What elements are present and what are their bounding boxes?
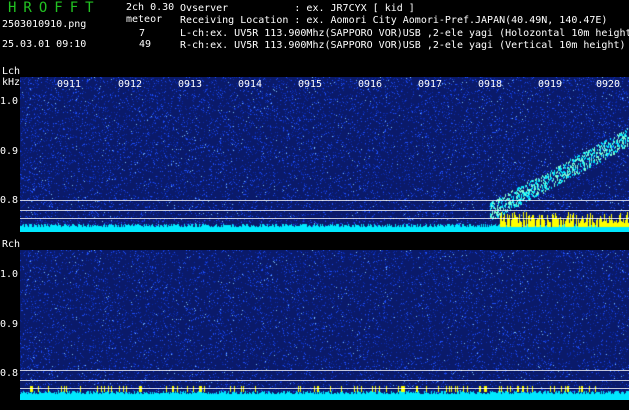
time-tick: 0915 <box>298 79 323 90</box>
meteor-label: meteor <box>126 14 163 25</box>
time-tick: 0911 <box>57 79 82 90</box>
rch-meteor-count: 49 <box>139 39 152 50</box>
time-tick: 0913 <box>178 79 203 90</box>
observer-info: Ovserver : ex. JR7CYX [ kid ] <box>180 3 415 14</box>
lch-spectrogram <box>20 77 629 232</box>
lch-ytick: 0.8 <box>0 195 19 206</box>
lch-ytick: 0.9 <box>0 146 19 157</box>
time-tick: 0919 <box>538 79 563 90</box>
time-tick: 0916 <box>358 79 383 90</box>
location-info: Receiving Location : ex. Aomori City Aom… <box>180 15 608 26</box>
rch-ytick: 1.0 <box>0 269 19 280</box>
rch-receiver-info: R-ch:ex. UV5R 113.900Mhz(SAPPORO VOR)USB… <box>180 40 626 51</box>
lch-marker-line <box>20 200 629 201</box>
lch-marker-line <box>20 210 629 211</box>
time-tick: 0912 <box>118 79 143 90</box>
app-title: HROFFT <box>8 0 101 16</box>
lch-meteor-count: 7 <box>139 28 146 39</box>
time-tick: 0920 <box>596 79 621 90</box>
rch-marker-line <box>20 388 629 389</box>
rch-spectrogram <box>20 250 629 400</box>
lch-unit-label: kHz <box>2 77 21 88</box>
lch-receiver-info: L-ch:ex. UV5R 113.900Mhz(SAPPORO VOR)USB… <box>180 28 629 39</box>
lch-ytick: 1.0 <box>0 96 19 107</box>
datetime: 25.03.01 09:10 <box>2 39 87 50</box>
rch-ytick: 0.9 <box>0 319 19 330</box>
rch-ytick: 0.8 <box>0 368 19 379</box>
rch-label: Rch <box>2 239 21 250</box>
file-name: 2503010910.png <box>2 19 87 30</box>
time-tick: 0917 <box>418 79 443 90</box>
lch-marker-line <box>20 218 629 219</box>
rch-marker-line <box>20 370 629 371</box>
mode-label: 2ch 0.30 <box>126 2 175 13</box>
time-tick: 0914 <box>238 79 263 90</box>
rch-marker-line <box>20 380 629 381</box>
lch-label: Lch <box>2 66 21 77</box>
time-tick: 0918 <box>478 79 503 90</box>
